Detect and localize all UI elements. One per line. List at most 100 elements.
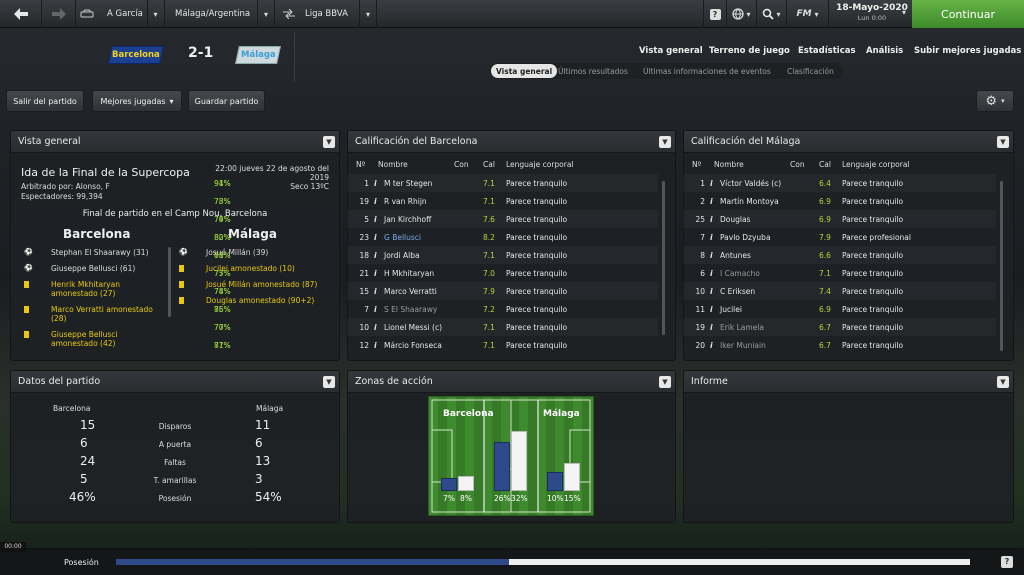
player-rating: 6.4 <box>819 179 831 188</box>
player-name[interactable]: Lionel Messi (c) <box>384 323 442 332</box>
player-name[interactable]: Marco Verratti <box>384 287 437 296</box>
swap-button[interactable] <box>278 0 300 28</box>
subtab-clasificacion[interactable]: Clasificación <box>782 64 839 78</box>
match-dropdown[interactable]: ▾ <box>257 0 275 28</box>
info-icon[interactable]: i <box>710 233 713 242</box>
table-row[interactable]: 25 i Douglas 79% 6.9 Parece tranquilo <box>214 210 996 228</box>
info-icon[interactable]: i <box>374 233 377 242</box>
table-row[interactable]: 19 i R van Rhijn 73% 7.1 Parece tranquilo <box>214 192 658 210</box>
info-icon[interactable]: i <box>710 215 713 224</box>
search-button[interactable]: ▾ <box>757 0 787 28</box>
subtab-vista-general[interactable]: Vista general <box>491 64 558 78</box>
table-row[interactable]: 6iI Camacho 77% 7.1 Parece tranquilo <box>214 264 996 282</box>
info-icon[interactable]: i <box>710 341 713 350</box>
player-name[interactable]: Jan Kirchhoff <box>384 215 431 224</box>
player-name[interactable]: Antunes <box>720 251 751 260</box>
away-team-badge[interactable]: Málaga <box>235 46 281 64</box>
game-date[interactable]: 18-Mayo-2020 Lun 0:00 <box>832 3 912 22</box>
back-button[interactable] <box>0 0 42 28</box>
manager-name[interactable]: A García <box>107 0 143 28</box>
table-row[interactable]: 7iS El Shaarawy 85% 7.2 Parece tranquilo <box>214 300 658 318</box>
highlights-button[interactable]: Mejores jugadas ▾ <box>92 90 182 112</box>
player-name[interactable]: S El Shaarawy <box>384 305 437 314</box>
panel-menu-button[interactable]: ▼ <box>323 376 335 388</box>
home-team-badge[interactable]: Barcelona <box>108 46 164 64</box>
help-button[interactable]: ? <box>703 0 727 28</box>
player-name[interactable]: C Eriksen <box>720 287 755 296</box>
table-row[interactable]: 11 i Jucilei 76% 6.9 Parece tranquilo <box>214 300 996 318</box>
match-selector[interactable]: Málaga/Argentina <box>175 0 250 28</box>
table-row[interactable]: 10 i C Eriksen 78% 7.4 Parece tranquilo <box>214 282 996 300</box>
fm-menu-button[interactable]: FM ▾ <box>787 0 829 28</box>
info-icon[interactable]: i <box>710 179 713 188</box>
table-row[interactable]: 18 i Jordi Alba 71% 7.1 Parece tranquilo <box>214 246 658 264</box>
info-icon[interactable]: i <box>710 197 713 206</box>
nav-terreno-de-juego[interactable]: Terreno de juego <box>709 46 790 56</box>
forward-button[interactable] <box>42 0 76 28</box>
table-row[interactable]: 1iM ter Stegen 94% 7.1 Parece tranquilo <box>214 174 658 192</box>
table-row[interactable]: 20 i Iker Muniain 81% 6.7 Parece tranquilo <box>214 336 996 354</box>
competition-selector[interactable]: Liga BBVA <box>305 0 348 28</box>
info-icon[interactable]: i <box>374 341 377 350</box>
subtab-ultimos-resultados[interactable]: Últimos resultados <box>553 64 633 78</box>
info-icon[interactable]: i <box>374 269 377 278</box>
panel-menu-button[interactable]: ▼ <box>659 136 671 148</box>
player-name[interactable]: Jucilei <box>720 305 742 314</box>
table-row[interactable]: 1 i Víctor Valdés (c) 91% 6.4 Parece tranquil… <box>214 174 996 192</box>
player-name[interactable]: R van Rhijn <box>384 197 427 206</box>
player-name[interactable]: Pavlo Dzyuba <box>720 233 771 242</box>
table-row[interactable]: 15 i Marco Verratti 74% 7.9 Parece tranquilo <box>214 282 658 300</box>
player-name[interactable]: G Bellusci <box>384 233 421 242</box>
manager-dropdown[interactable]: ▾ <box>147 0 165 28</box>
player-name[interactable]: Víctor Valdés (c) <box>720 179 781 188</box>
table-header: Cal <box>483 160 495 169</box>
table-row[interactable]: 5 i Jan Kirchhoff 74% 7.6 Parece tranquilo <box>214 210 658 228</box>
info-icon[interactable]: i <box>374 251 377 260</box>
table-row[interactable]: 2 i Martín Montoya 78% 6.9 Parece tranquilo <box>214 192 996 210</box>
info-icon[interactable]: i <box>710 323 713 332</box>
globe-button[interactable]: ▾ <box>727 0 757 28</box>
player-name[interactable]: I Camacho <box>720 269 760 278</box>
table-row[interactable]: 19 i Erik Lamela 77% 6.7 Parece tranquilo <box>214 318 996 336</box>
player-name[interactable]: Jordi Alba <box>384 251 420 260</box>
player-name[interactable]: Erik Lamela <box>720 323 764 332</box>
nav-analisis[interactable]: Análisis <box>866 46 903 56</box>
table-row[interactable]: 10 i Lionel Messi (c) 70% 7.1 Parece tranquil… <box>214 318 658 336</box>
player-name[interactable]: Iker Muniain <box>720 341 766 350</box>
player-name[interactable]: H Mkhitaryan <box>384 269 434 278</box>
nav-subir-mejores-jugadas[interactable]: Subir mejores jugadas <box>914 46 1021 56</box>
table-row[interactable]: 21 i H Mkhitaryan 75% 7.0 Parece tranquilo <box>214 264 658 282</box>
save-match-button[interactable]: Guardar partido <box>188 90 265 112</box>
table-row[interactable]: 7 i Pavlo Dzyuba 82% 7.9 Parece profesional <box>214 228 996 246</box>
nav-estadisticas[interactable]: Estadísticas <box>798 46 856 56</box>
competition-dropdown[interactable]: ▾ <box>359 0 377 28</box>
info-icon[interactable]: i <box>374 287 377 296</box>
manager-icon-button[interactable] <box>76 0 98 28</box>
panel-menu-button[interactable]: ▼ <box>997 136 1009 148</box>
settings-button[interactable]: ⚙ ▾ <box>976 90 1014 112</box>
leave-match-button[interactable]: Salir del partido <box>6 90 84 112</box>
table-row[interactable]: 23 i G Bellusci 80% 8.2 Parece tranquilo <box>214 228 658 246</box>
player-name[interactable]: Douglas <box>720 215 750 224</box>
nav-vista-general[interactable]: Vista general <box>639 46 703 56</box>
info-icon[interactable]: i <box>374 323 377 332</box>
info-icon[interactable]: i <box>374 215 377 224</box>
panel-menu-button[interactable]: ▼ <box>997 376 1009 388</box>
panel-menu-button[interactable]: ▼ <box>659 376 671 388</box>
info-icon[interactable]: i <box>710 287 713 296</box>
info-icon[interactable]: i <box>710 305 713 314</box>
table-row[interactable]: 12 i Márcio Fonseca 77% 7.1 Parece tranquilo <box>214 336 658 354</box>
info-icon[interactable]: i <box>374 305 377 314</box>
table-row[interactable]: 8 i Antunes 68% 6.6 Parece tranquilo <box>214 246 996 264</box>
player-name[interactable]: Martín Montoya <box>720 197 779 206</box>
player-name[interactable]: Márcio Fonseca <box>384 341 442 350</box>
info-icon[interactable]: i <box>710 269 713 278</box>
info-icon[interactable]: i <box>710 251 713 260</box>
continue-button[interactable]: Continuar <box>912 0 1024 28</box>
panel-menu-button[interactable]: ▼ <box>323 136 335 148</box>
info-icon[interactable]: i <box>374 197 377 206</box>
subtab-ultimas-informaciones[interactable]: Últimas informaciones de eventos <box>638 64 776 78</box>
help-icon[interactable]: ? <box>1001 556 1013 568</box>
info-icon[interactable]: i <box>374 179 377 188</box>
player-name[interactable]: M ter Stegen <box>384 179 432 188</box>
